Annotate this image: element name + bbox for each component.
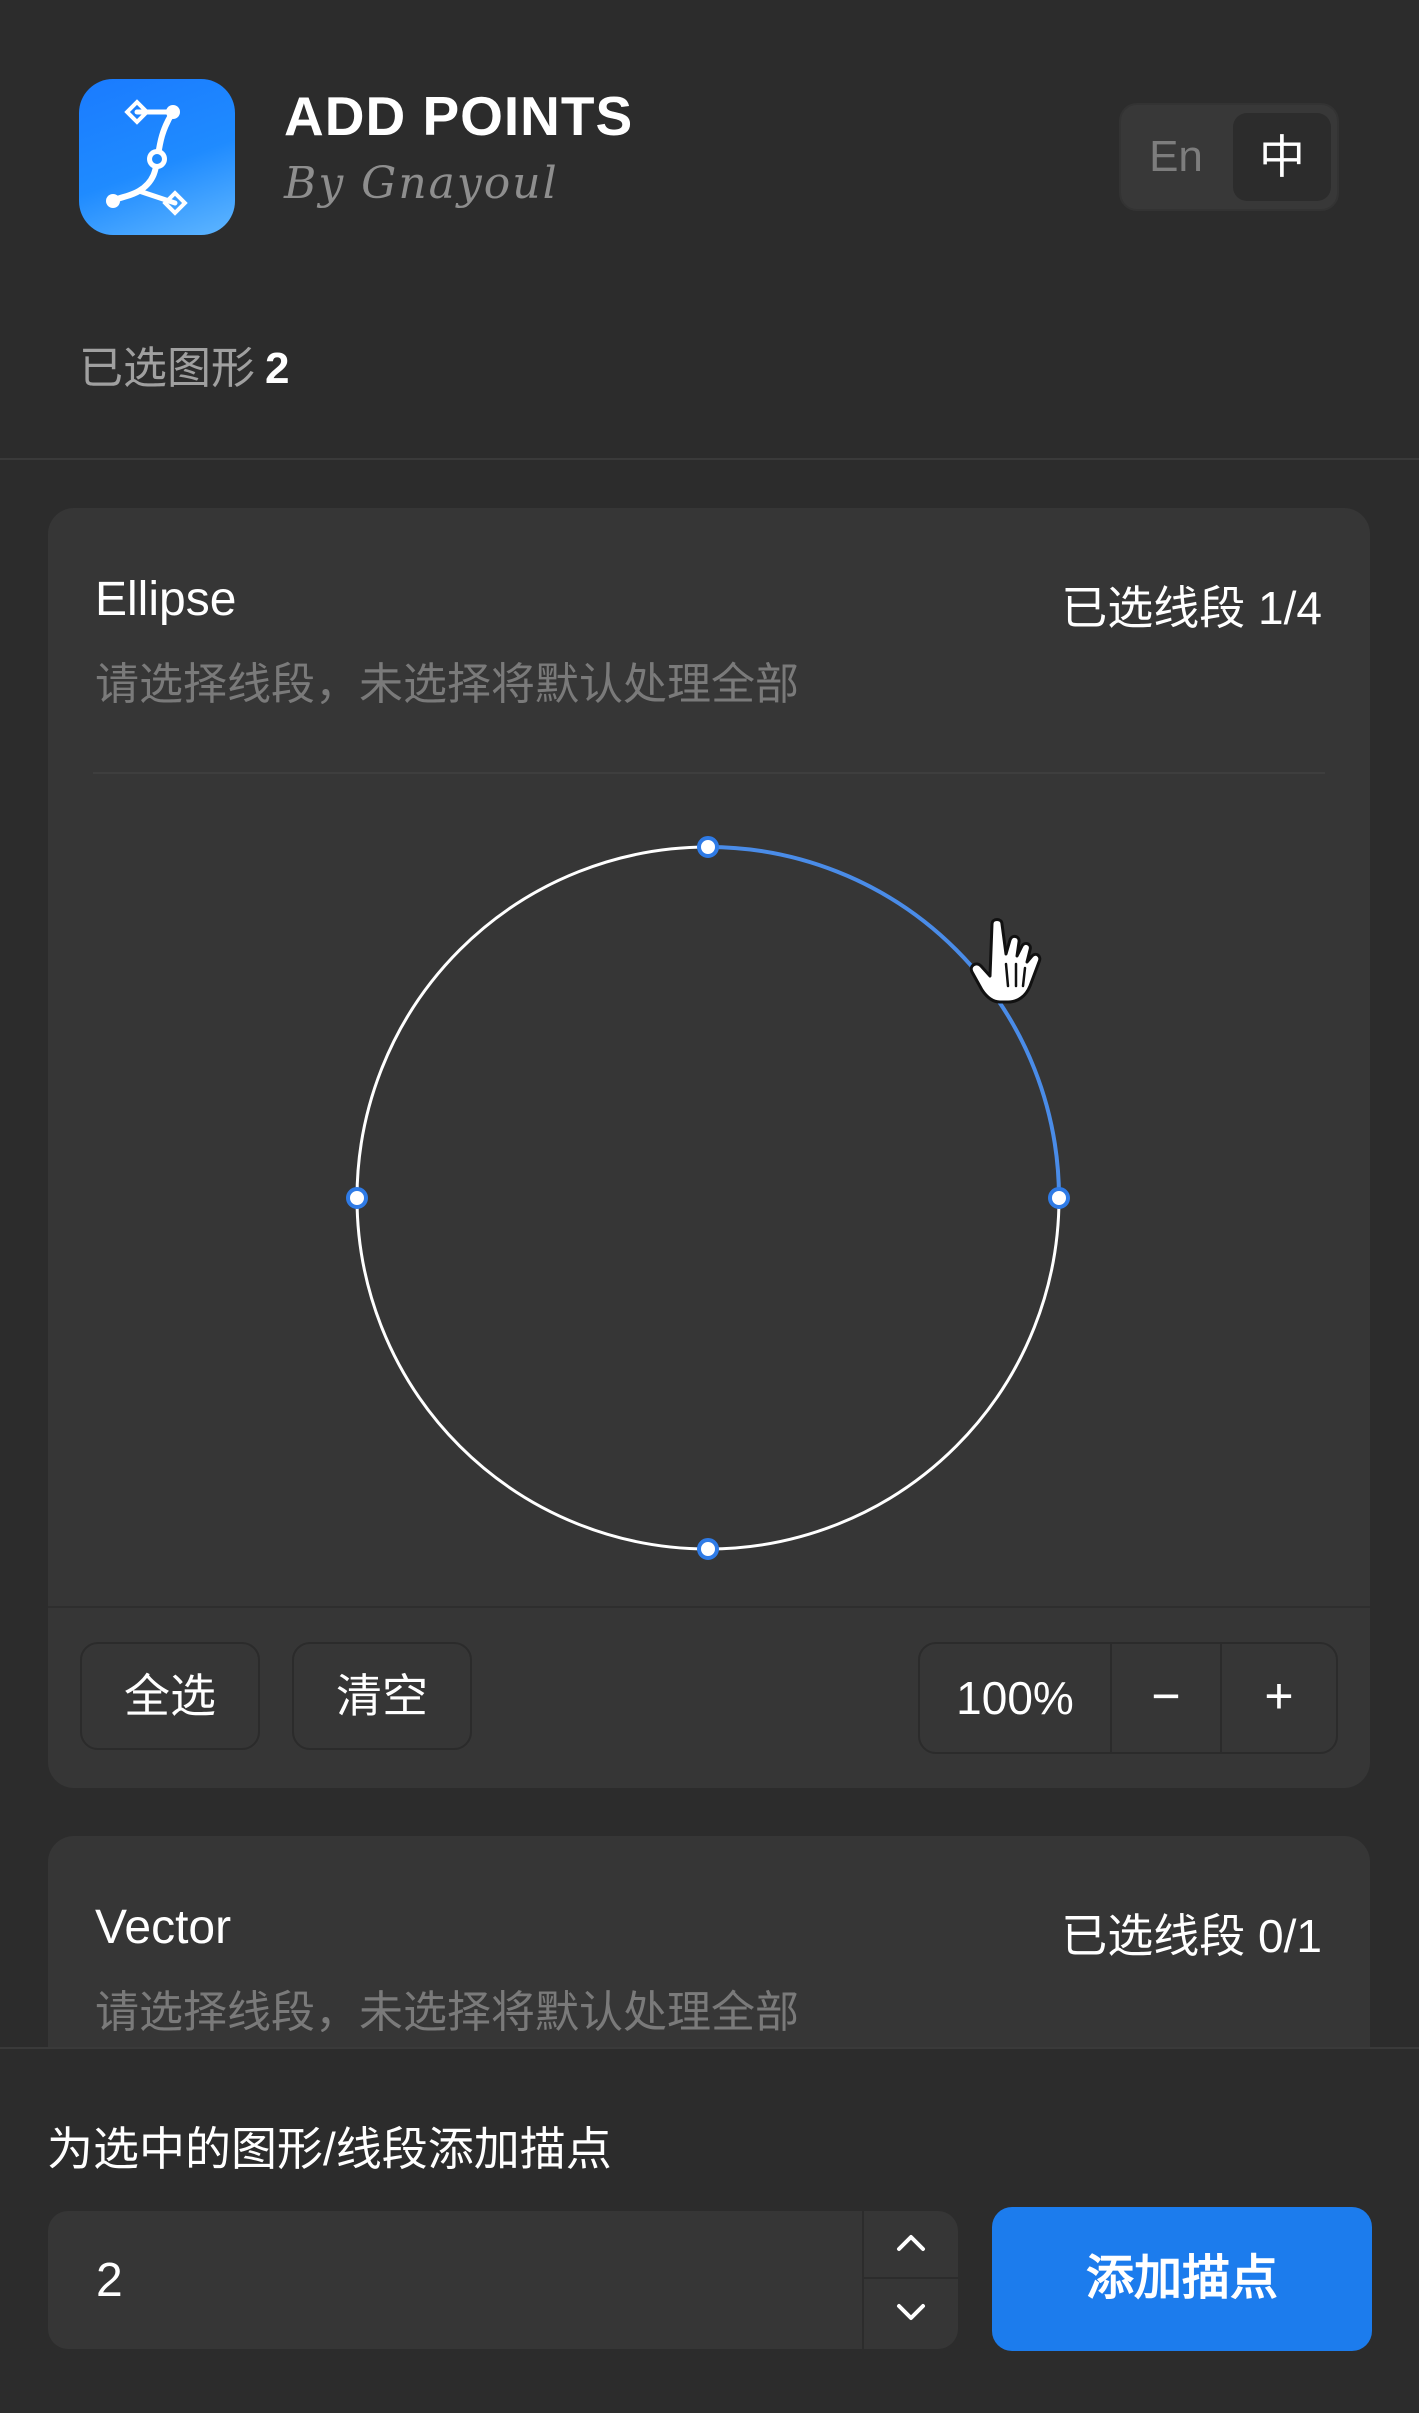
segments-selected-count: 已选线段 1/4 (1061, 582, 1322, 634)
shape-name: Ellipse (95, 573, 237, 626)
language-switch: En 中 (1119, 103, 1339, 211)
bezier-path-icon (79, 79, 235, 235)
zoom-control: 100% − + (918, 1642, 1338, 1754)
select-all-button[interactable]: 全选 (80, 1642, 260, 1750)
selected-shapes-label: 已选图形 (79, 344, 255, 393)
anchor-point-left[interactable] (346, 1187, 368, 1209)
increment-button[interactable] (864, 2211, 958, 2279)
points-count-stepper (862, 2211, 958, 2349)
decrement-button[interactable] (864, 2280, 958, 2348)
segment-canvas (48, 774, 1370, 1614)
clear-button[interactable]: 清空 (292, 1642, 472, 1750)
anchor-point-top[interactable] (697, 836, 719, 858)
app-title: ADD POINTS (284, 85, 634, 147)
points-count-field (48, 2211, 958, 2349)
anchor-point-bottom[interactable] (697, 1538, 719, 1560)
segment-top-right[interactable] (707, 845, 1061, 1199)
bottom-action-bar: 为选中的图形/线段添加描点 添加描点 (0, 2047, 1419, 2413)
segment-left-top[interactable] (355, 845, 709, 1199)
app-author: By Gnayoul (284, 158, 559, 209)
segment-right-bottom[interactable] (707, 1197, 1061, 1551)
segment-bottom-left[interactable] (355, 1197, 709, 1551)
plugin-window: ADD POINTS By Gnayoul En 中 已选图形 2 Ellipse… (0, 0, 1419, 2413)
chevron-up-icon (897, 2235, 925, 2251)
points-count-input[interactable] (48, 2211, 862, 2349)
zoom-level[interactable]: 100% (920, 1644, 1112, 1752)
divider (48, 1606, 1370, 1608)
language-option-en[interactable]: En (1121, 105, 1231, 209)
anchor-point-right[interactable] (1048, 1187, 1070, 1209)
header: ADD POINTS By Gnayoul En 中 已选图形 2 (0, 0, 1419, 460)
selected-shapes-summary: 已选图形 2 (79, 332, 289, 396)
zoom-out-button[interactable]: − (1112, 1644, 1222, 1752)
language-option-zh[interactable]: 中 (1233, 113, 1331, 201)
segments-selected-count: 已选线段 0/1 (1061, 1910, 1322, 1962)
add-points-label: 为选中的图形/线段添加描点 (47, 2123, 612, 2175)
hand-pointer-icon (969, 918, 1042, 1004)
zoom-in-button[interactable]: + (1224, 1644, 1334, 1752)
add-points-button[interactable]: 添加描点 (992, 2207, 1372, 2351)
shape-card-ellipse: Ellipse 已选线段 1/4 请选择线段，未选择将默认处理全部 全选 清空 … (48, 508, 1370, 1788)
segment-hint: 请选择线段，未选择将默认处理全部 (95, 1988, 799, 2037)
chevron-down-icon (897, 2304, 925, 2320)
shape-name: Vector (95, 1901, 232, 1954)
segment-hint: 请选择线段，未选择将默认处理全部 (95, 660, 799, 709)
selected-shapes-count: 2 (265, 344, 290, 393)
